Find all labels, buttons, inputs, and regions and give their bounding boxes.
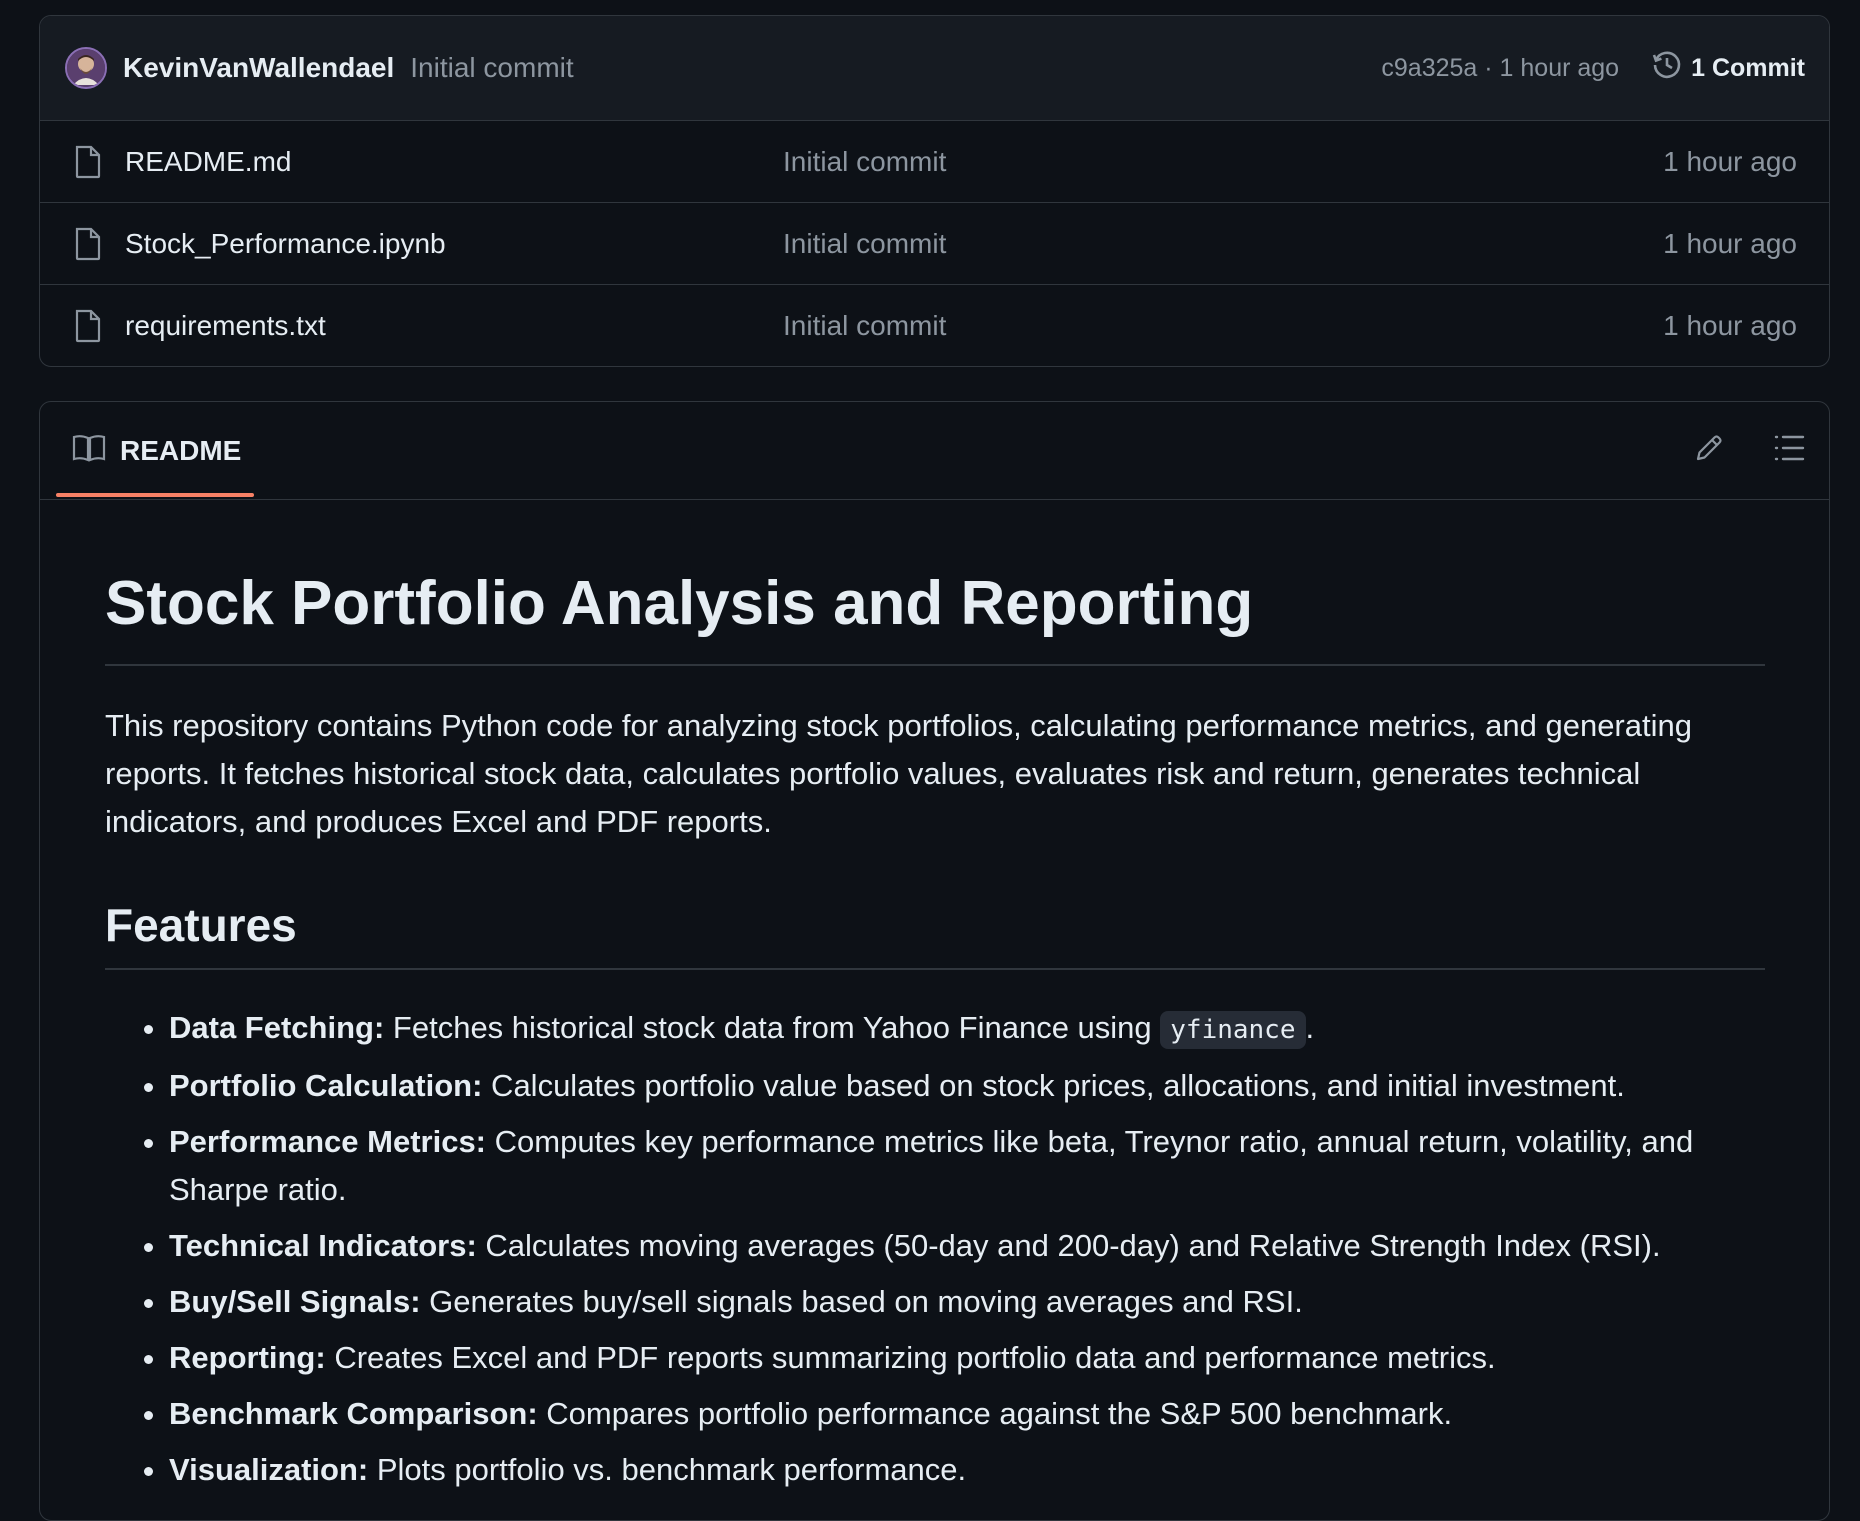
feature-label: Buy/Sell Signals: xyxy=(169,1284,421,1319)
readme-intro: This repository contains Python code for… xyxy=(105,708,1692,839)
file-commit-time: 1 hour ago xyxy=(1663,227,1797,259)
feature-text: Creates Excel and PDF reports summarizin… xyxy=(325,1340,1496,1375)
commit-hash-time[interactable]: c9a325a · 1 hour ago xyxy=(1381,54,1619,83)
readme-panel: README Stock Portfolio Analysis and Repo… xyxy=(39,401,1830,1521)
features-list: Data Fetching: Fetches historical stock … xyxy=(105,1004,1765,1494)
file-row[interactable]: Stock_Performance.ipynb Initial commit 1… xyxy=(40,203,1829,285)
features-heading: Features xyxy=(105,896,1765,970)
readme-content: Stock Portfolio Analysis and Reporting T… xyxy=(40,500,1829,1494)
file-commit-message[interactable]: Initial commit xyxy=(783,310,1663,342)
list-item: Buy/Sell Signals: Generates buy/sell sig… xyxy=(169,1278,1765,1326)
commits-history-link[interactable]: 1 Commit xyxy=(1651,49,1805,88)
file-commit-message[interactable]: Initial commit xyxy=(783,228,1663,260)
latest-commit-bar: KevinVanWallendael Initial commit c9a325… xyxy=(40,16,1829,121)
readme-tab-label: README xyxy=(120,434,242,466)
feature-label: Data Fetching: xyxy=(169,1010,385,1045)
file-icon xyxy=(73,309,103,343)
file-name-link[interactable]: requirements.txt xyxy=(125,310,783,342)
commit-message-link[interactable]: Initial commit xyxy=(410,52,573,84)
list-icon[interactable] xyxy=(1773,433,1805,468)
file-icon xyxy=(73,227,103,261)
feature-label: Portfolio Calculation: xyxy=(169,1068,483,1103)
author-avatar[interactable] xyxy=(65,47,107,89)
pencil-icon[interactable] xyxy=(1693,432,1725,469)
feature-text: Fetches historical stock data from Yahoo… xyxy=(384,1010,1161,1045)
feature-text: Plots portfolio vs. benchmark performanc… xyxy=(368,1452,967,1487)
list-item: Data Fetching: Fetches historical stock … xyxy=(169,1004,1765,1054)
tab-readme[interactable]: README xyxy=(72,402,257,499)
file-icon xyxy=(73,145,103,179)
feature-text-end: . xyxy=(1305,1010,1315,1045)
list-item: Technical Indicators: Calculates moving … xyxy=(169,1222,1765,1270)
commit-author-link[interactable]: KevinVanWallendael xyxy=(123,52,394,84)
active-tab-indicator xyxy=(56,493,254,497)
file-browser: KevinVanWallendael Initial commit c9a325… xyxy=(39,15,1830,367)
file-commit-time: 1 hour ago xyxy=(1663,310,1797,341)
feature-label: Visualization: xyxy=(169,1452,369,1487)
list-item: Benchmark Comparison: Compares portfolio… xyxy=(169,1390,1765,1438)
feature-label: Technical Indicators: xyxy=(169,1228,477,1263)
feature-text: Compares portfolio performance against t… xyxy=(537,1396,1453,1431)
file-commit-time: 1 hour ago xyxy=(1663,145,1797,177)
readme-header: README xyxy=(40,402,1829,500)
list-item: Portfolio Calculation: Calculates portfo… xyxy=(169,1062,1765,1110)
readme-title: Stock Portfolio Analysis and Reporting xyxy=(105,564,1765,666)
list-item: Performance Metrics: Computes key perfor… xyxy=(169,1118,1765,1214)
file-name-link[interactable]: README.md xyxy=(125,146,783,178)
list-item: Reporting: Creates Excel and PDF reports… xyxy=(169,1334,1765,1382)
file-row[interactable]: README.md Initial commit 1 hour ago xyxy=(40,121,1829,203)
feature-label: Performance Metrics: xyxy=(169,1124,487,1159)
history-icon xyxy=(1651,49,1691,88)
feature-label: Benchmark Comparison: xyxy=(169,1396,538,1431)
feature-label: Reporting: xyxy=(169,1340,326,1375)
inline-code: yfinance xyxy=(1160,1011,1306,1049)
feature-text: Generates buy/sell signals based on movi… xyxy=(420,1284,1303,1319)
list-item: Visualization: Plots portfolio vs. bench… xyxy=(169,1446,1765,1494)
file-name-link[interactable]: Stock_Performance.ipynb xyxy=(125,228,783,260)
book-icon xyxy=(72,433,106,468)
feature-text: Calculates moving averages (50-day and 2… xyxy=(476,1228,1661,1263)
file-row[interactable]: requirements.txt Initial commit 1 hour a… xyxy=(40,285,1829,366)
feature-text: Calculates portfolio value based on stoc… xyxy=(482,1068,1625,1103)
commits-count-label: 1 Commit xyxy=(1691,53,1805,82)
file-commit-message[interactable]: Initial commit xyxy=(783,146,1663,178)
